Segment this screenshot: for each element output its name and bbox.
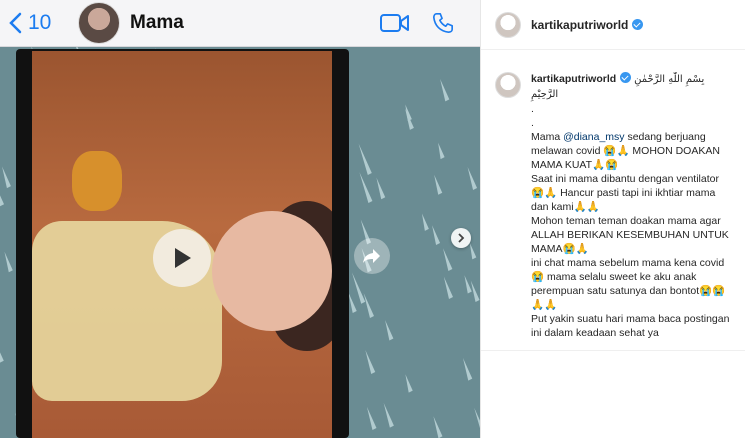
post-username-text: kartikaputriworld bbox=[531, 17, 629, 32]
video-call-icon[interactable] bbox=[380, 13, 410, 33]
back-button[interactable]: 10 bbox=[8, 11, 68, 35]
phone-icon[interactable] bbox=[432, 12, 454, 34]
caption-username[interactable]: kartikaputriworld bbox=[531, 73, 616, 85]
caption-line-5: Mohon teman teman doakan mama agar ALLAH… bbox=[531, 215, 729, 255]
play-icon bbox=[175, 248, 191, 268]
chat-header: 10 Mama bbox=[0, 0, 480, 47]
caption-avatar[interactable] bbox=[495, 72, 521, 98]
instagram-post-panel: kartikaputriworld kartikaputriworld بِسْ… bbox=[480, 0, 745, 438]
verified-badge-icon bbox=[632, 18, 644, 30]
caption-line-1: . bbox=[531, 103, 534, 115]
mention-link[interactable]: @diana_msy bbox=[563, 131, 624, 143]
share-icon bbox=[363, 249, 380, 263]
post-header: kartikaputriworld bbox=[481, 0, 745, 50]
contact-avatar[interactable] bbox=[78, 2, 120, 44]
caption-line-4: Saat ini mama dibantu dengan ventilator😭… bbox=[531, 173, 719, 213]
screen: 10 Mama kartikaputriworld kartikaputriwo… bbox=[0, 0, 745, 438]
contact-name[interactable]: Mama bbox=[130, 12, 184, 34]
video-message[interactable] bbox=[16, 49, 349, 438]
unread-count: 10 bbox=[28, 11, 52, 34]
chevron-right-icon bbox=[458, 233, 465, 243]
caption-line-2: . bbox=[531, 117, 534, 129]
chat-panel: 10 Mama bbox=[0, 0, 480, 438]
chevron-left-icon bbox=[9, 12, 22, 34]
verified-badge-icon bbox=[620, 72, 632, 83]
post-username[interactable]: kartikaputriworld bbox=[531, 17, 644, 32]
caption-line-7: Put yakin suatu hari mama baca postingan… bbox=[531, 313, 730, 339]
caption-line-6: ini chat mama sebelum mama kena covid😭 m… bbox=[531, 257, 726, 311]
post-actions-area bbox=[481, 350, 745, 438]
next-media-button[interactable] bbox=[451, 228, 471, 248]
caption-line-3: Mama @diana_msy sedang berjuang melawan … bbox=[531, 131, 720, 171]
profile-avatar[interactable] bbox=[495, 11, 521, 38]
play-button[interactable] bbox=[153, 229, 211, 287]
share-button[interactable] bbox=[354, 238, 390, 274]
